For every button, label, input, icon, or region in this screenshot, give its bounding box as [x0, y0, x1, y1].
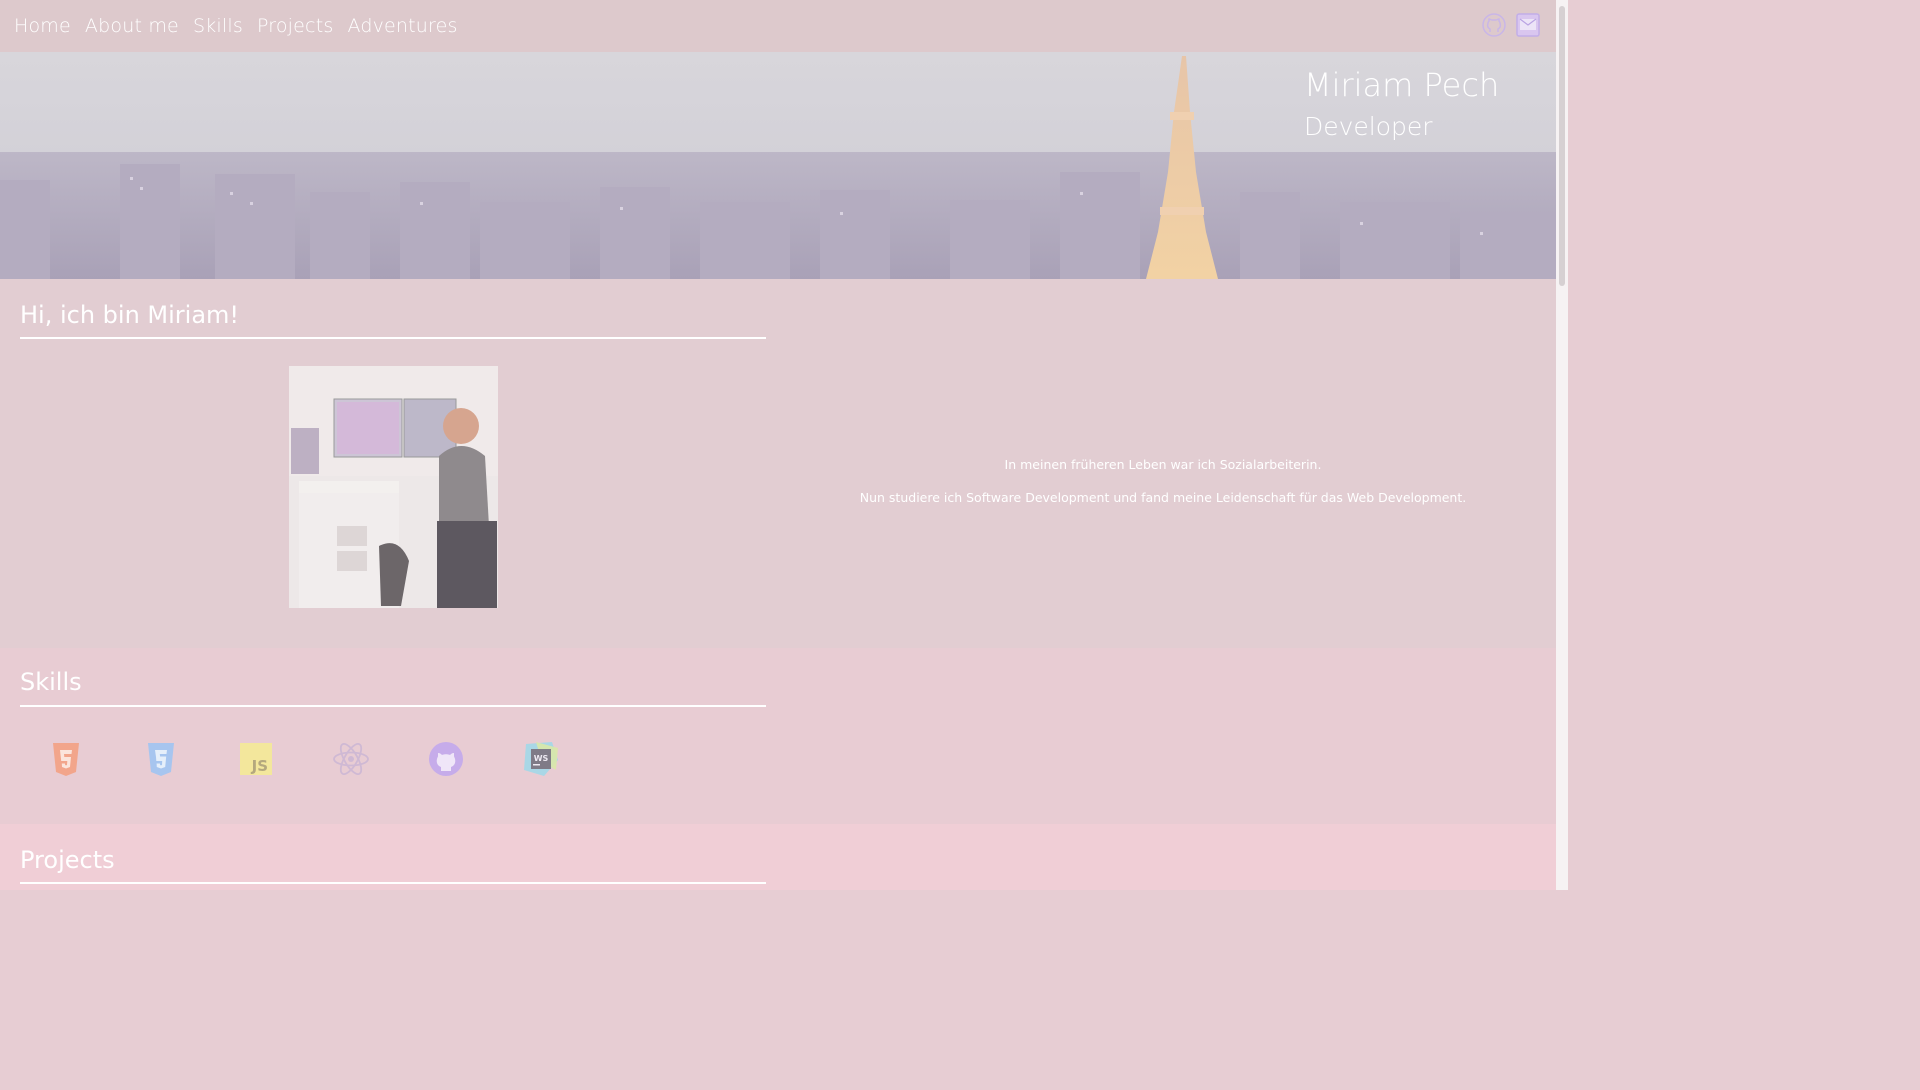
scrollbar-thumb[interactable] [1559, 6, 1565, 286]
about-section: Hi, ich bin Miriam! In meinen früheren L… [0, 279, 1556, 648]
skills-title: Skills [20, 668, 82, 696]
nav-link-adventures[interactable]: Adventures [347, 15, 457, 37]
hero-name: Miriam Pech [1304, 66, 1500, 104]
about-text: In meinen früheren Leben war ich Soziala… [790, 457, 1536, 524]
css3-icon [148, 743, 174, 776]
scrollbar[interactable] [1556, 0, 1568, 890]
hero-role: Developer [1304, 112, 1433, 141]
html5-icon [53, 743, 79, 776]
nav-link-home[interactable]: Home [14, 15, 71, 37]
javascript-icon: JS [240, 743, 272, 775]
nav-link-skills[interactable]: Skills [193, 15, 243, 37]
react-icon [333, 743, 369, 775]
nav-link-projects[interactable]: Projects [257, 15, 334, 37]
about-divider [20, 337, 766, 339]
projects-title: Projects [20, 846, 115, 874]
page: Home About me Skills Projects Adventures [0, 0, 1568, 890]
about-line-1: In meinen früheren Leben war ich Soziala… [1004, 457, 1322, 472]
skills-section: Skills JS WS [0, 648, 1556, 824]
hero-banner: Miriam Pech Developer [0, 52, 1556, 279]
top-navbar: Home About me Skills Projects Adventures [0, 0, 1556, 52]
skill-icons: JS WS [47, 740, 560, 778]
webstorm-badge-text: WS [534, 754, 549, 763]
contact-icon[interactable] [1516, 12, 1540, 38]
nav-icons [1482, 12, 1540, 38]
nav-links: Home About me Skills Projects Adventures [14, 15, 458, 37]
projects-divider [20, 882, 766, 884]
about-line-2: Nun studiere ich Software Development un… [859, 490, 1467, 506]
github-icon [429, 742, 463, 776]
github-icon[interactable] [1482, 12, 1506, 38]
webstorm-icon: WS [524, 742, 558, 776]
profile-photo [289, 366, 498, 608]
skills-divider [20, 705, 766, 707]
nav-link-about[interactable]: About me [85, 15, 179, 37]
profile-photo-image [289, 366, 498, 608]
about-title: Hi, ich bin Miriam! [20, 301, 240, 329]
javascript-badge-text: JS [251, 757, 268, 775]
projects-section: Projects [0, 824, 1556, 890]
